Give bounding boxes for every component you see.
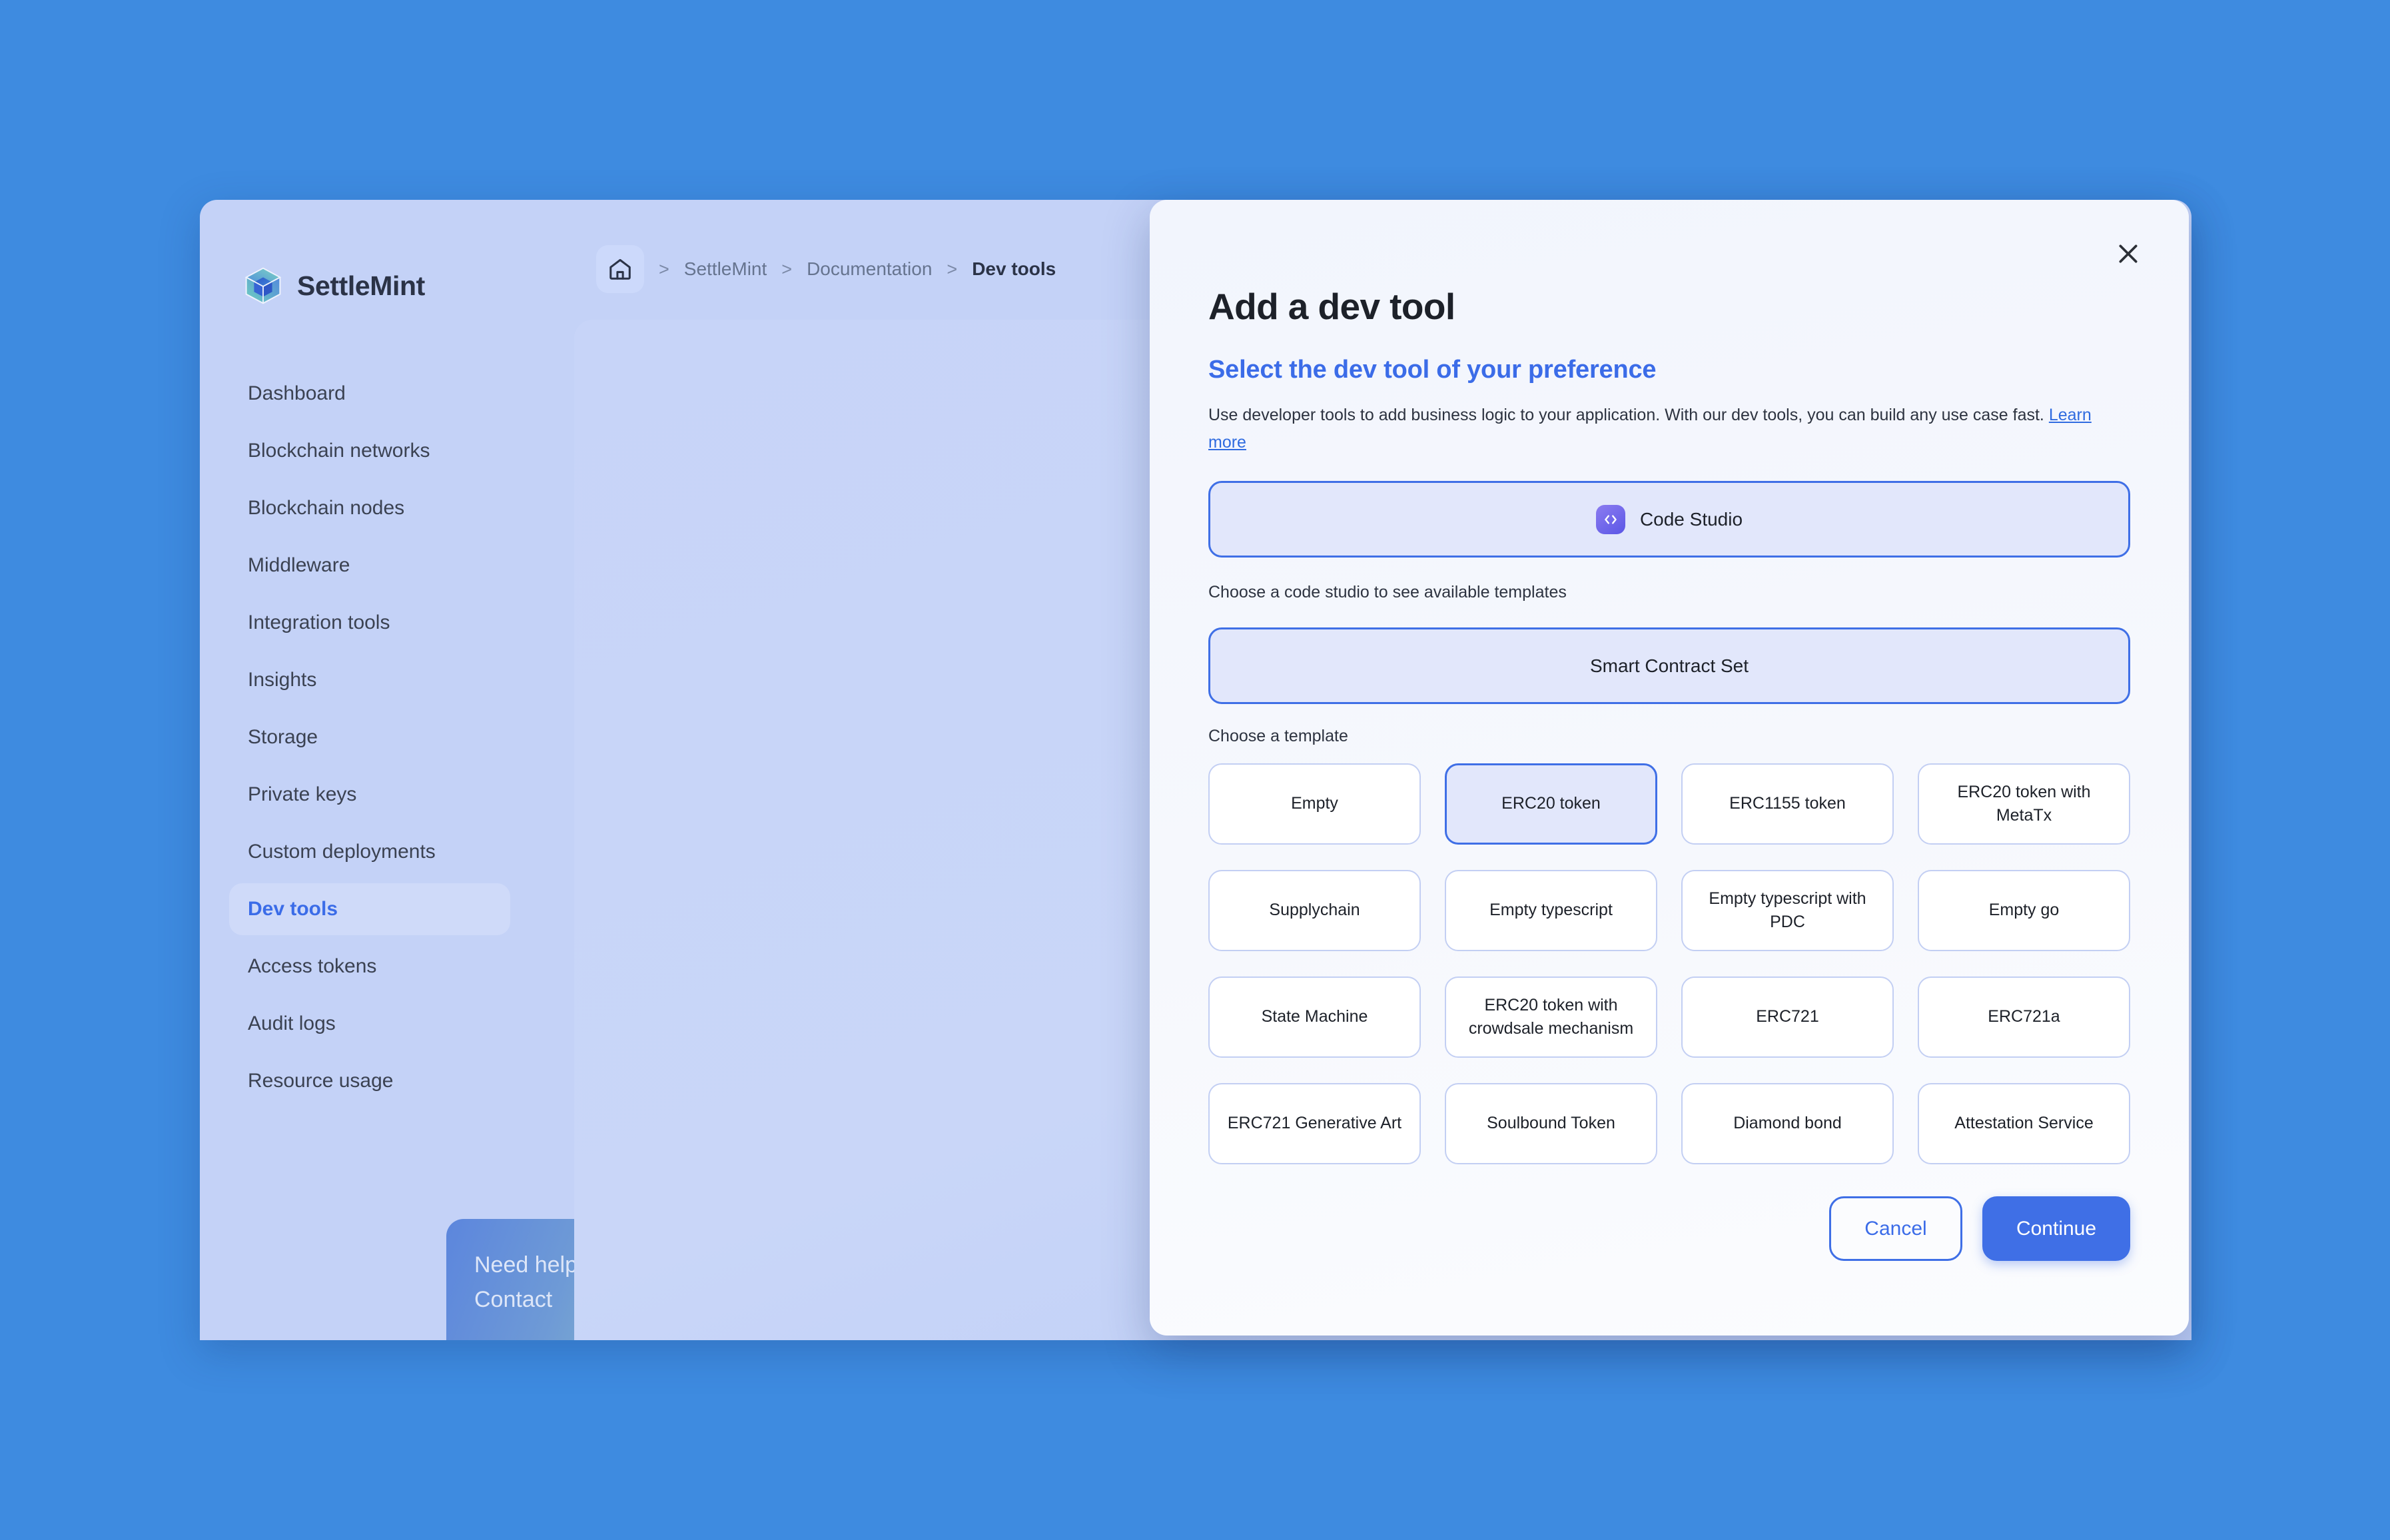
sidebar-item-audit-logs[interactable]: Audit logs (229, 998, 510, 1050)
template-card-label: Attestation Service (1954, 1114, 2094, 1133)
brand[interactable]: SettleMint (200, 240, 540, 313)
template-card-erc20-token[interactable]: ERC20 token (1445, 763, 1657, 845)
sidebar-item-label: Blockchain nodes (248, 497, 405, 519)
add-dev-tool-modal: Add a dev tool Select the dev tool of yo… (1150, 200, 2189, 1336)
sidebar-item-integration-tools[interactable]: Integration tools (229, 597, 510, 649)
cancel-button[interactable]: Cancel (1829, 1196, 1962, 1261)
sidebar-item-label: Private keys (248, 783, 357, 805)
breadcrumb-separator: > (781, 258, 793, 279)
template-card-erc20-token-with-crowdsale-mechanism[interactable]: ERC20 token with crowdsale mechanism (1445, 976, 1657, 1058)
template-card-empty-typescript[interactable]: Empty typescript (1445, 870, 1657, 951)
home-icon[interactable] (596, 245, 644, 293)
template-card-label: ERC721 Generative Art (1227, 1114, 1402, 1133)
template-card-erc721-generative-art[interactable]: ERC721 Generative Art (1208, 1083, 1421, 1164)
template-card-empty-typescript-with-pdc[interactable]: Empty typescript with PDC (1681, 870, 1894, 951)
sidebar-item-insights[interactable]: Insights (229, 654, 510, 706)
template-card-label: ERC721a (1988, 1007, 2060, 1026)
template-card-attestation-service[interactable]: Attestation Service (1918, 1083, 2130, 1164)
modal-subtitle: Select the dev tool of your preference (1208, 356, 1657, 384)
continue-button[interactable]: Continue (1982, 1196, 2130, 1261)
template-card-state-machine[interactable]: State Machine (1208, 976, 1421, 1058)
template-card-label: Soulbound Token (1487, 1114, 1615, 1133)
sidebar-item-resource-usage[interactable]: Resource usage (229, 1055, 510, 1107)
breadcrumb-separator: > (659, 258, 669, 279)
template-card-erc721[interactable]: ERC721 (1681, 976, 1894, 1058)
breadcrumb-separator: > (947, 258, 958, 279)
sidebar-item-label: Storage (248, 726, 318, 748)
template-card-label: Empty go (1988, 901, 2060, 920)
brand-name: SettleMint (297, 270, 425, 301)
sidebar-item-label: Integration tools (248, 611, 390, 633)
template-card-erc1155-token[interactable]: ERC1155 token (1681, 763, 1894, 845)
sidebar-item-custom-deployments[interactable]: Custom deployments (229, 826, 510, 878)
modal-footer: Cancel Continue (1829, 1196, 2130, 1261)
sidebar-item-access-tokens[interactable]: Access tokens (229, 941, 510, 992)
sidebar-item-label: Middleware (248, 554, 350, 576)
template-card-label: ERC20 token with crowdsale mechanism (1468, 995, 1634, 1038)
template-card-supplychain[interactable]: Supplychain (1208, 870, 1421, 951)
modal-title: Add a dev tool (1208, 286, 1455, 327)
sidebar-nav: Dashboard Blockchain networks Blockchain… (200, 368, 540, 1107)
sidebar-item-storage[interactable]: Storage (229, 711, 510, 763)
template-card-erc20-token-with-metatx[interactable]: ERC20 token with MetaTx (1918, 763, 2130, 845)
template-card-label: ERC20 token (1501, 794, 1601, 813)
sidebar: SettleMint Dashboard Blockchain networks… (200, 200, 540, 1340)
template-card-label: State Machine (1261, 1007, 1368, 1026)
template-card-label: ERC721 (1756, 1007, 1819, 1026)
sidebar-item-private-keys[interactable]: Private keys (229, 769, 510, 821)
sidebar-item-label: Dashboard (248, 382, 346, 404)
sidebar-item-label: Audit logs (248, 1012, 336, 1034)
template-grid: Empty ERC20 token ERC1155 token ERC20 to… (1208, 763, 2130, 1164)
sidebar-item-label: Blockchain networks (248, 440, 430, 462)
breadcrumb-item-dev-tools: Dev tools (972, 258, 1056, 279)
sidebar-item-dashboard[interactable]: Dashboard (229, 368, 510, 420)
sidebar-item-label: Access tokens (248, 955, 377, 977)
code-studio-field-label: Choose a code studio to see available te… (1208, 583, 1567, 601)
template-card-soulbound-token[interactable]: Soulbound Token (1445, 1083, 1657, 1164)
dev-tool-option-label: Code Studio (1639, 508, 1743, 530)
dev-tool-option-code-studio[interactable]: Code Studio (1208, 481, 2130, 558)
template-card-label: Empty typescript with PDC (1709, 889, 1866, 932)
template-card-label: Empty typescript (1489, 901, 1613, 920)
template-card-diamond-bond[interactable]: Diamond bond (1681, 1083, 1894, 1164)
template-card-label: Diamond bond (1733, 1114, 1842, 1133)
breadcrumb-item-settlemint[interactable]: SettleMint (684, 258, 767, 280)
template-card-empty-go[interactable]: Empty go (1918, 870, 2130, 951)
sidebar-item-blockchain-networks[interactable]: Blockchain networks (229, 425, 510, 477)
code-studio-option-smart-contract-set[interactable]: Smart Contract Set (1208, 627, 2130, 704)
close-icon[interactable] (2109, 234, 2148, 273)
template-card-erc721a[interactable]: ERC721a (1918, 976, 2130, 1058)
sidebar-item-dev-tools[interactable]: Dev tools (229, 883, 510, 935)
breadcrumb-item-documentation[interactable]: Documentation (807, 258, 932, 280)
sidebar-item-label: Dev tools (248, 898, 338, 920)
sidebar-item-label: Insights (248, 669, 317, 691)
cube-logo-icon (244, 267, 282, 304)
template-card-label: Empty (1291, 794, 1338, 813)
sidebar-item-label: Custom deployments (248, 841, 436, 863)
modal-description: Use developer tools to add business logi… (1208, 402, 2130, 456)
code-studio-option-label: Smart Contract Set (1589, 655, 1749, 676)
template-card-empty[interactable]: Empty (1208, 763, 1421, 845)
sidebar-item-blockchain-nodes[interactable]: Blockchain nodes (229, 482, 510, 534)
modal-description-text: Use developer tools to add business logi… (1208, 406, 2049, 424)
template-card-label: Supplychain (1269, 901, 1360, 920)
sidebar-item-label: Resource usage (248, 1070, 394, 1092)
template-card-label: ERC1155 token (1729, 794, 1846, 813)
code-brackets-icon (1595, 504, 1625, 534)
template-card-label: ERC20 token with MetaTx (1957, 782, 2091, 825)
template-field-label: Choose a template (1208, 727, 1348, 745)
sidebar-item-middleware[interactable]: Middleware (229, 540, 510, 591)
